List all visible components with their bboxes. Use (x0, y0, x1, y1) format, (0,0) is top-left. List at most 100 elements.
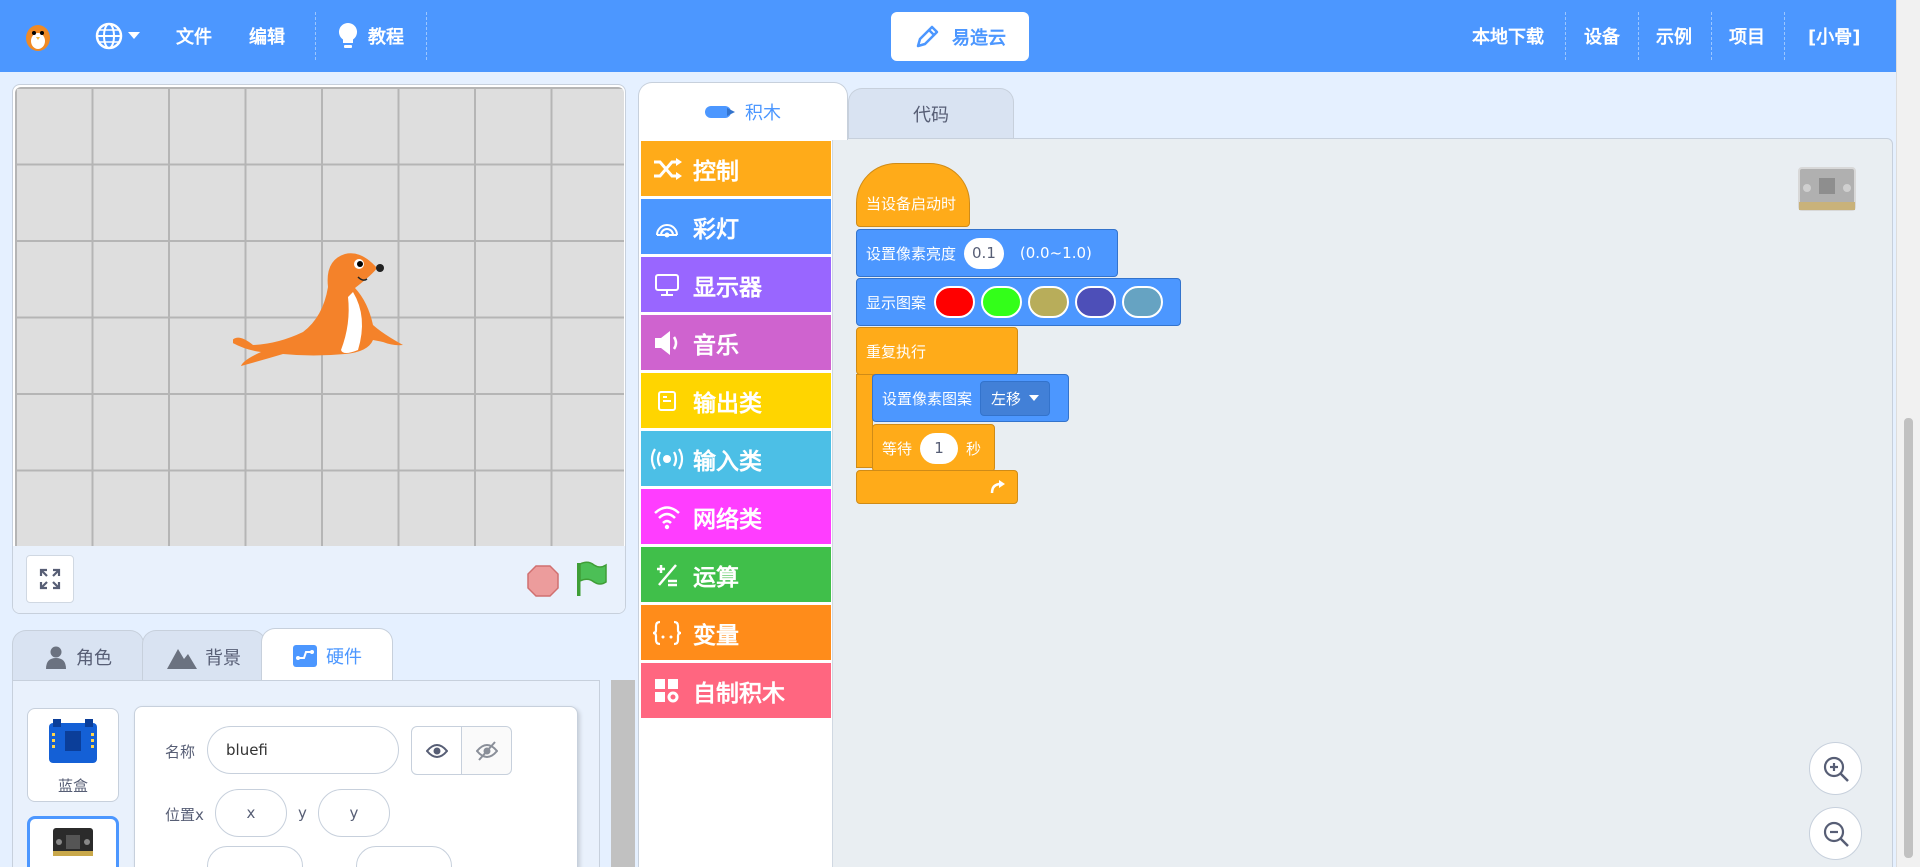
tab-backdrops[interactable]: 背景 (142, 630, 266, 682)
set-brightness-block[interactable]: 设置像素亮度 0.1 (0.0~1.0) (856, 229, 1118, 277)
tab-code-label: 代码 (913, 104, 949, 126)
lightbulb-icon (338, 22, 358, 48)
separator (1638, 12, 1639, 60)
pattern-color-swatch[interactable] (1122, 286, 1164, 318)
scrollbar-thumb[interactable] (1904, 418, 1913, 858)
category-operators[interactable]: 运算 (641, 547, 831, 602)
stage-panel (12, 84, 626, 614)
zoom-out-button[interactable] (1809, 807, 1862, 860)
local-download-menu[interactable]: 本地下载 (1472, 0, 1544, 72)
top-menu-bar: 文件 编辑 教程 易造云 本地下载 设备 示例 项目 [小骨] (0, 0, 1896, 72)
pattern-dropdown[interactable]: 左移 (980, 380, 1051, 416)
forever-block[interactable]: 重复执行 (856, 327, 1018, 375)
user-menu[interactable]: [小骨] (1808, 0, 1860, 72)
pattern-color-swatch[interactable] (1075, 286, 1117, 318)
speaker-icon (655, 330, 678, 355)
separator (1784, 12, 1785, 60)
zoom-in-button[interactable] (1809, 742, 1862, 795)
category-control[interactable]: 控制 (641, 141, 831, 196)
y-label: y (298, 804, 307, 822)
name-label: 名称 (165, 743, 196, 761)
device-tile-microbit[interactable] (27, 816, 119, 867)
file-menu[interactable]: 文件 (176, 0, 212, 72)
language-menu[interactable] (94, 0, 140, 72)
edit-menu[interactable]: 编辑 (249, 0, 285, 72)
category-input[interactable]: 输入类 (641, 431, 831, 486)
monitor-icon (655, 273, 679, 296)
block-category-palette: 控制 彩灯 显示器 音乐 输出类 输入类 网络类 运算 变量 自制积木 (639, 139, 833, 867)
device-preview-thumbnail[interactable] (1797, 166, 1857, 212)
category-network[interactable]: 网络类 (641, 489, 831, 544)
logo-icon[interactable] (20, 0, 56, 72)
category-output[interactable]: 输出类 (641, 373, 831, 428)
position-x-label: 位置x (165, 806, 204, 824)
bluefi-board-icon (49, 719, 97, 763)
brightness-range-label: (0.0~1.0) (1019, 244, 1092, 262)
broadcast-icon (650, 447, 684, 470)
device-tile-label: 蓝盒 (57, 777, 88, 795)
x-field[interactable]: x (215, 789, 287, 837)
hardware-icon (293, 644, 317, 667)
cloud-button-label: 易造云 (952, 27, 1006, 49)
block-label: 重复执行 (866, 342, 927, 361)
tab-blocks-label: 积木 (745, 102, 781, 124)
wait-block[interactable]: 等待 1 秒 (872, 424, 995, 472)
dropdown-value: 左移 (991, 389, 1022, 408)
separator (315, 12, 316, 60)
category-label: 运算 (693, 564, 739, 591)
mountain-icon (167, 648, 197, 669)
category-variables[interactable]: 变量 (641, 605, 831, 660)
when-device-starts-block[interactable]: 当设备启动时 (856, 163, 970, 227)
pattern-color-swatch[interactable] (981, 286, 1023, 318)
fullscreen-icon (39, 568, 61, 590)
size-field[interactable] (207, 846, 303, 867)
category-label: 自制积木 (693, 680, 785, 707)
category-lights[interactable]: 彩灯 (641, 199, 831, 254)
seal-sprite[interactable] (233, 242, 423, 367)
category-my-blocks[interactable]: 自制积木 (641, 663, 831, 718)
wait-unit-label: 秒 (966, 439, 982, 458)
show-pattern-block[interactable]: 显示图案 (856, 278, 1181, 326)
page-scrollbar[interactable] (1896, 0, 1920, 867)
project-menu[interactable]: 项目 (1729, 0, 1765, 72)
set-pixel-pattern-block[interactable]: 设置像素图案 左移 (872, 374, 1069, 422)
tab-backdrops-label: 背景 (205, 647, 241, 669)
stop-icon[interactable] (526, 564, 560, 598)
stage-canvas[interactable] (15, 87, 624, 546)
eye-slash-icon (475, 740, 498, 761)
block-label: 当设备启动时 (866, 195, 957, 213)
category-music[interactable]: 音乐 (641, 315, 831, 370)
shuffle-icon (654, 157, 682, 180)
sprite-pane-scrollbar[interactable] (611, 680, 635, 867)
caret-down-icon (128, 32, 140, 39)
tab-blocks[interactable]: 积木 (638, 82, 848, 140)
green-flag-icon[interactable] (574, 560, 608, 598)
fullscreen-button[interactable] (26, 555, 74, 603)
tab-sprites[interactable]: 角色 (12, 630, 144, 682)
category-label: 输出类 (693, 390, 762, 417)
category-display[interactable]: 显示器 (641, 257, 831, 312)
tab-code[interactable]: 代码 (848, 88, 1014, 138)
category-label: 音乐 (693, 332, 739, 359)
tab-hardware[interactable]: 硬件 (261, 628, 393, 682)
y-field[interactable]: y (318, 789, 390, 837)
hide-button[interactable] (461, 726, 512, 775)
wifi-icon (654, 505, 680, 529)
brightness-input[interactable]: 0.1 (964, 237, 1004, 269)
pattern-color-swatch[interactable] (934, 286, 976, 318)
device-tile-bluefi[interactable]: 蓝盒 (27, 708, 119, 802)
pattern-color-swatch[interactable] (1028, 286, 1070, 318)
block-label: 等待 (882, 439, 913, 458)
tab-hardware-label: 硬件 (326, 646, 362, 668)
tutorial-menu[interactable]: 教程 (336, 0, 404, 72)
operators-icon (657, 563, 677, 586)
direction-field[interactable] (356, 846, 452, 867)
show-button[interactable] (411, 726, 462, 775)
block-label: 显示图案 (866, 293, 927, 312)
device-menu[interactable]: 设备 (1584, 0, 1620, 72)
examples-menu[interactable]: 示例 (1656, 0, 1692, 72)
name-field[interactable]: bluefi (207, 726, 399, 774)
cloud-button[interactable]: 易造云 (891, 12, 1029, 61)
category-label: 输入类 (693, 448, 762, 475)
wait-input[interactable]: 1 (920, 432, 959, 464)
